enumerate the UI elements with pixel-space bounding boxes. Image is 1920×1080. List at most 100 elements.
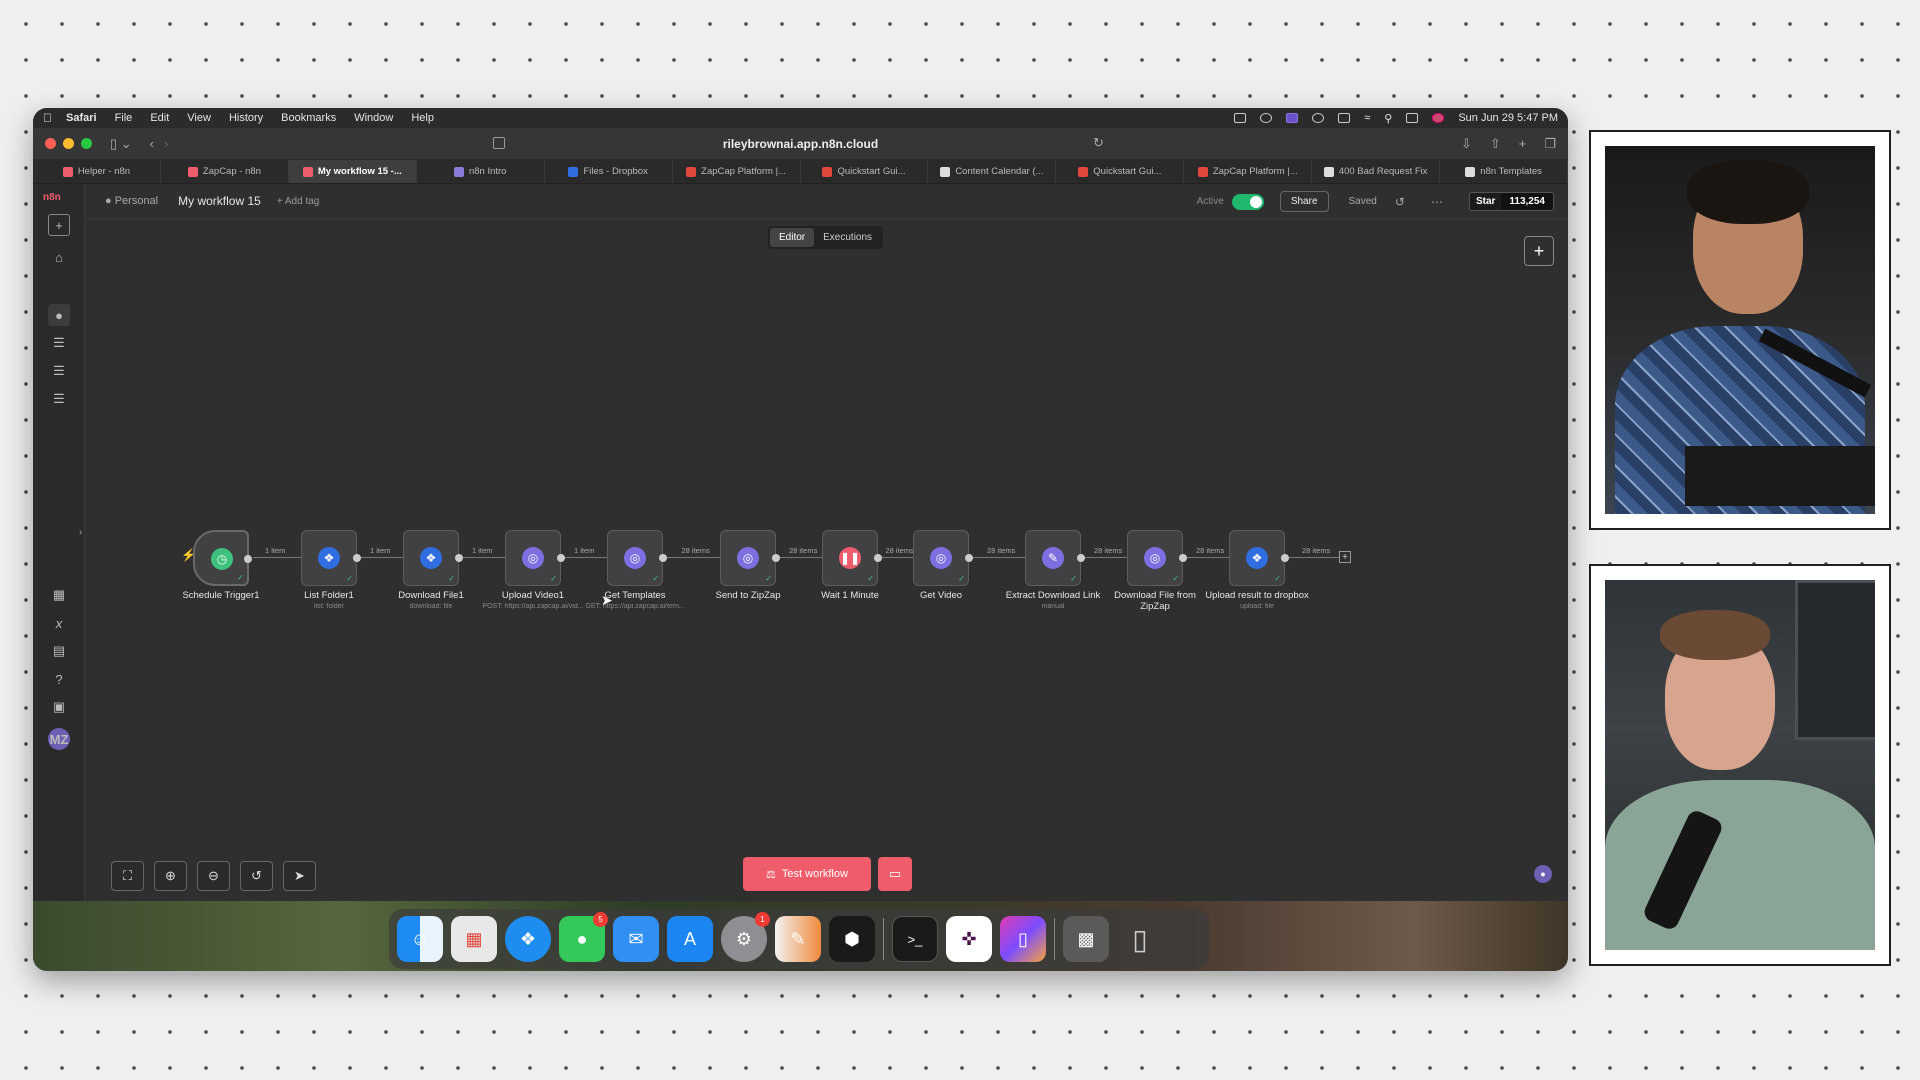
url-field[interactable]: rileybrownai.app.n8n.cloud: [723, 137, 878, 151]
workflow-name[interactable]: My workflow 15: [178, 194, 261, 208]
workflow-node[interactable]: ◎ ✓: [505, 530, 565, 586]
reload-icon[interactable]: ↻: [1093, 135, 1104, 151]
add-node-button[interactable]: +: [1524, 236, 1554, 266]
system-settings-icon[interactable]: ⚙ 1: [721, 912, 770, 962]
browser-tab[interactable]: Content Calendar (...: [928, 160, 1057, 183]
connection-line[interactable]: [361, 557, 403, 558]
status-app-icon[interactable]: [1234, 113, 1247, 123]
menu-history[interactable]: History: [229, 112, 263, 124]
output-handle[interactable]: [772, 554, 780, 562]
connection-line[interactable]: [1085, 557, 1127, 558]
tidy-up-icon[interactable]: ➤: [283, 861, 316, 891]
output-handle[interactable]: [1179, 554, 1187, 562]
n8n-logo[interactable]: n8n: [43, 192, 61, 203]
close-icon[interactable]: [45, 138, 56, 149]
create-icon[interactable]: +: [48, 214, 70, 236]
test-workflow-button[interactable]: ⚖ Test workflow: [743, 857, 871, 891]
forward-icon[interactable]: ›: [164, 136, 168, 151]
menu-view[interactable]: View: [187, 112, 211, 124]
menu-help[interactable]: Help: [411, 112, 434, 124]
siri-icon[interactable]: [1432, 113, 1445, 123]
page-settings-icon[interactable]: [493, 137, 505, 149]
active-toggle[interactable]: [1231, 193, 1264, 210]
user-icon[interactable]: ●: [48, 304, 70, 326]
share-icon[interactable]: ⇧: [1490, 136, 1501, 152]
workflow-node[interactable]: ◎ ✓: [1127, 530, 1187, 586]
menu-bookmarks[interactable]: Bookmarks: [281, 112, 336, 124]
workflow-node[interactable]: ◎ ✓: [913, 530, 973, 586]
layers-icon[interactable]: ☰: [48, 360, 70, 382]
back-icon[interactable]: ‹: [150, 136, 154, 151]
control-center-icon[interactable]: [1406, 113, 1419, 123]
workflow-node[interactable]: ◎ ✓: [607, 530, 667, 586]
zoom-in-icon[interactable]: ⊕: [154, 861, 187, 891]
output-handle[interactable]: [1281, 554, 1289, 562]
output-handle[interactable]: [659, 554, 667, 562]
workflow-node[interactable]: ◎ ✓: [720, 530, 780, 586]
cursor-app-icon[interactable]: ⬢: [829, 916, 875, 962]
safari-icon[interactable]: ❖: [505, 916, 551, 962]
help-icon[interactable]: ?: [48, 668, 70, 690]
craft-icon[interactable]: ▯: [1000, 916, 1046, 962]
output-handle[interactable]: [455, 554, 463, 562]
mail-icon[interactable]: ✉: [613, 916, 659, 962]
moon-icon[interactable]: [1260, 113, 1273, 123]
workflow-node[interactable]: ❚❚ ✓: [822, 530, 882, 586]
output-handle[interactable]: [965, 554, 973, 562]
downloads-stack-icon[interactable]: ▩: [1063, 916, 1109, 962]
templates-icon[interactable]: ▦: [48, 584, 70, 606]
app-store-icon[interactable]: A: [667, 916, 713, 962]
connection-line[interactable]: [565, 557, 607, 558]
expand-sidebar-icon[interactable]: ›: [79, 527, 82, 538]
connection-line[interactable]: [463, 557, 505, 558]
gift-icon[interactable]: ▣: [48, 696, 70, 718]
connection-line[interactable]: [1187, 557, 1229, 558]
add-tag-button[interactable]: + Add tag: [277, 196, 320, 207]
terminal-icon[interactable]: >_: [892, 916, 938, 962]
connection-line[interactable]: [973, 557, 1025, 558]
connection-line[interactable]: [882, 557, 913, 558]
trash-bin-icon[interactable]: ▯: [1117, 916, 1163, 962]
play-icon[interactable]: [1312, 113, 1325, 123]
browser-tab[interactable]: 400 Bad Request Fix: [1312, 160, 1441, 183]
workflow-node[interactable]: ✎ ✓: [1025, 530, 1085, 586]
connection-line[interactable]: [667, 557, 720, 558]
output-handle[interactable]: [244, 555, 252, 563]
messages-icon[interactable]: ● 5: [559, 912, 608, 962]
workflow-node[interactable]: ❖ ✓: [403, 530, 463, 586]
output-handle[interactable]: [353, 554, 361, 562]
tab-overview-icon[interactable]: ❐: [1544, 136, 1556, 152]
menu-safari[interactable]: Safari: [66, 112, 97, 124]
insights-icon[interactable]: ▤: [48, 640, 70, 662]
connection-line[interactable]: [253, 557, 301, 558]
add-next-node-icon[interactable]: +: [1339, 551, 1351, 563]
output-handle[interactable]: [1077, 554, 1085, 562]
variables-icon[interactable]: x: [48, 612, 70, 634]
output-handle[interactable]: [874, 554, 882, 562]
apple-icon[interactable]: : [43, 111, 52, 125]
browser-tab[interactable]: ZapCap Platform |...: [673, 160, 801, 183]
workflow-node[interactable]: ❖ ✓: [301, 530, 361, 586]
screen-record-icon[interactable]: [1286, 113, 1299, 123]
notes-app-icon[interactable]: ✎: [775, 916, 821, 962]
browser-tab[interactable]: My workflow 15 -...: [288, 160, 417, 183]
menu-window[interactable]: Window: [354, 112, 393, 124]
browser-tab[interactable]: Quickstart Gui...: [1056, 160, 1185, 183]
trash-icon[interactable]: ▭: [878, 857, 912, 891]
github-star-button[interactable]: Star 113,254: [1468, 192, 1554, 211]
finder-icon[interactable]: ☺: [397, 916, 443, 962]
menu-file[interactable]: File: [115, 112, 133, 124]
launchpad-icon[interactable]: ▦: [451, 916, 497, 962]
connection-line[interactable]: [780, 557, 822, 558]
history-icon[interactable]: ↺: [1395, 195, 1405, 209]
browser-tab[interactable]: ZapCap - n8n: [161, 160, 289, 183]
avatar[interactable]: MZ: [48, 728, 70, 750]
workflow-node[interactable]: ◷ ✓: [193, 530, 252, 586]
minimize-icon[interactable]: [63, 138, 74, 149]
tab-executions[interactable]: Executions: [814, 228, 881, 247]
browser-tab[interactable]: ZapCap Platform |...: [1184, 160, 1313, 183]
home-icon[interactable]: ⌂: [48, 246, 70, 268]
reset-zoom-icon[interactable]: ↺: [240, 861, 273, 891]
wifi-icon[interactable]: ≈: [1364, 112, 1370, 124]
slack-icon[interactable]: ✜: [946, 916, 992, 962]
